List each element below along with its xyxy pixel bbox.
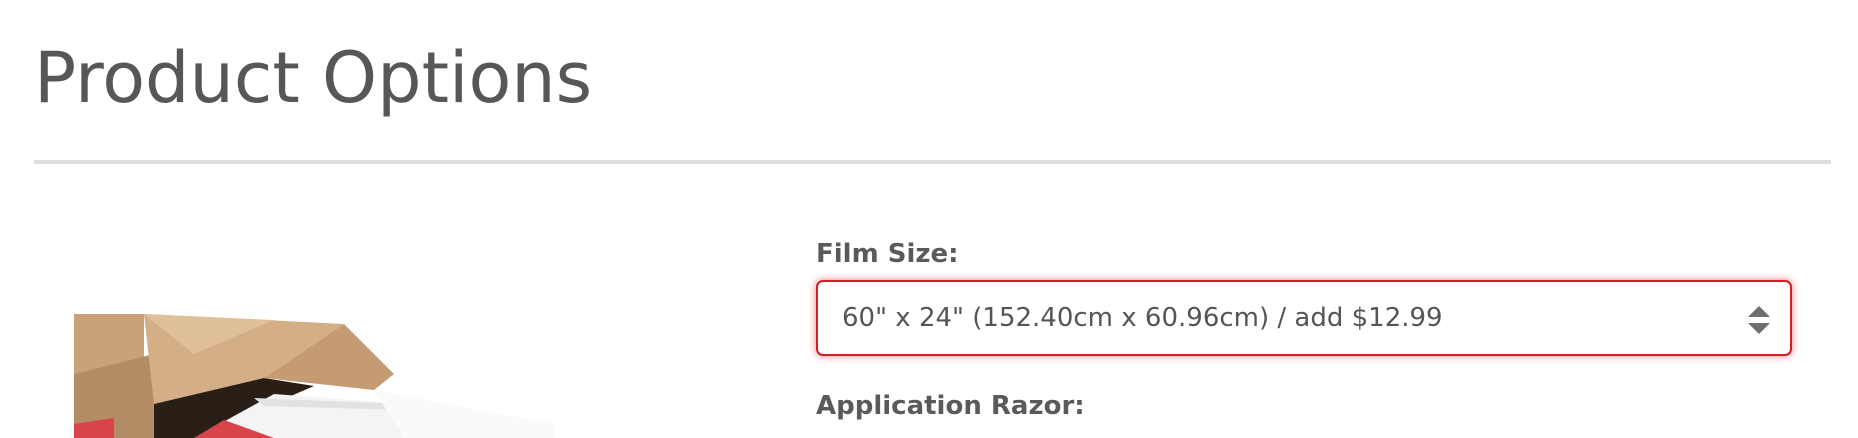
product-options-form: Film Size: 60" x 24" (152.40cm x 60.96cm… bbox=[816, 234, 1792, 426]
product-options-page: Product Options Film Size: 60" x 24" (15… bbox=[0, 0, 1858, 438]
product-image bbox=[74, 314, 554, 438]
title-divider bbox=[34, 160, 1831, 164]
page-title: Product Options bbox=[34, 37, 593, 119]
film-size-select[interactable]: 60" x 24" (152.40cm x 60.96cm) / add $12… bbox=[816, 280, 1792, 356]
film-size-label: Film Size: bbox=[816, 239, 959, 269]
select-arrows-icon bbox=[1748, 306, 1770, 334]
application-razor-label: Application Razor: bbox=[816, 391, 1085, 421]
film-size-selected-value: 60" x 24" (152.40cm x 60.96cm) / add $12… bbox=[842, 303, 1443, 333]
product-box-image bbox=[74, 314, 554, 438]
